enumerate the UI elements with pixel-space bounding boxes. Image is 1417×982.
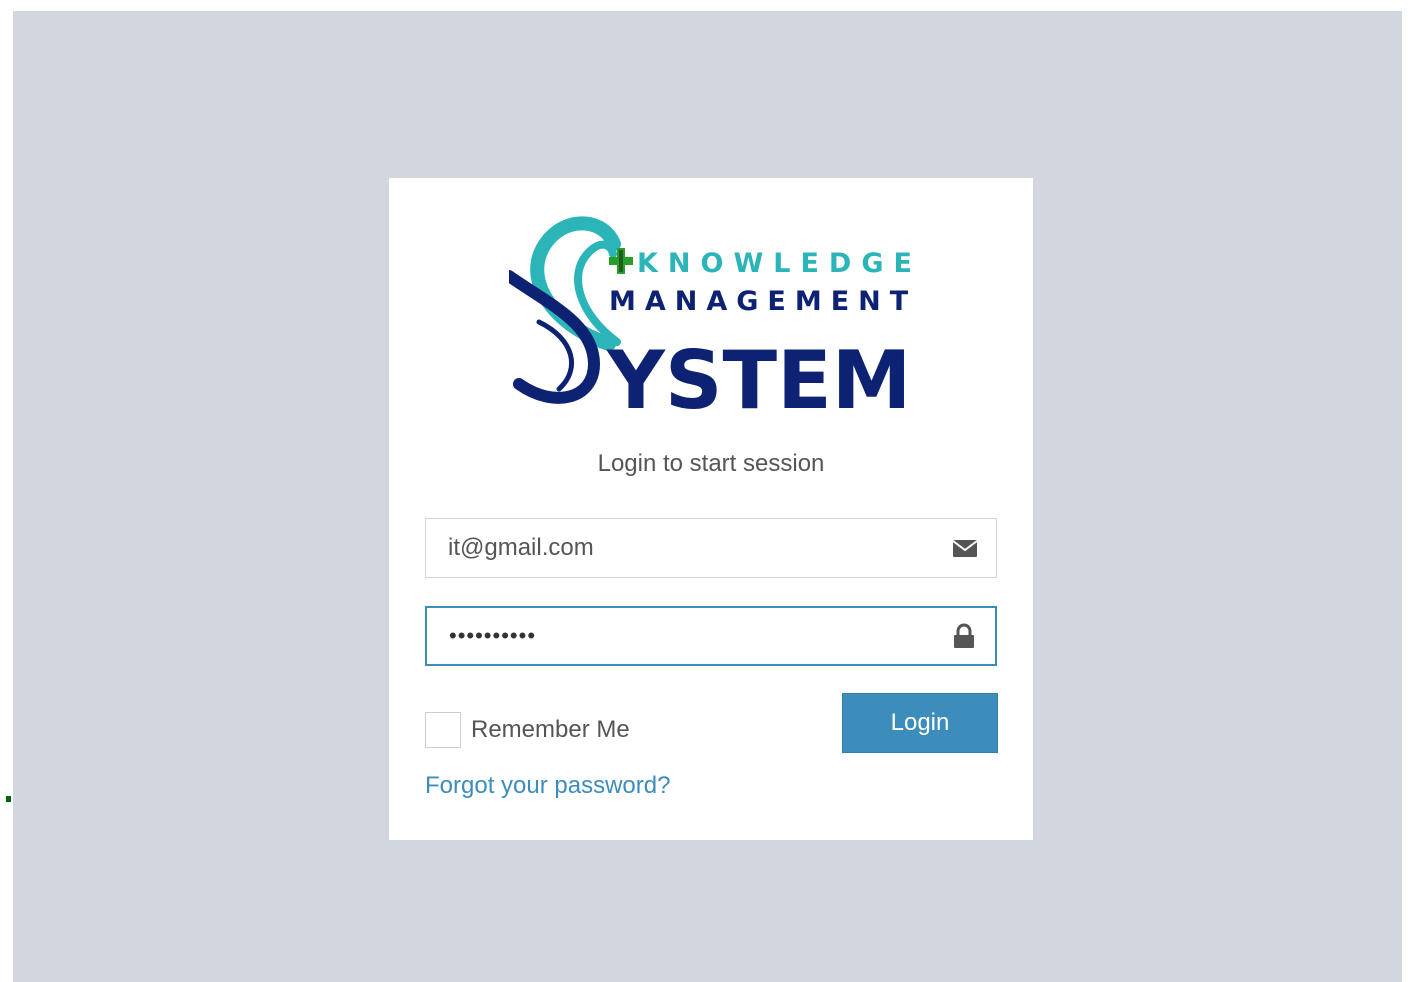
remember-me: Remember Me [425,710,630,750]
password-input[interactable] [427,608,995,664]
stray-marker [6,796,11,802]
envelope-icon [952,540,978,557]
logo-line1: KNOWLEDGE [637,248,919,279]
forgot-password-link[interactable]: Forgot your password? [425,772,670,800]
lock-icon [954,623,974,648]
password-field [425,606,997,666]
email-input[interactable] [426,519,996,577]
logo-line2: MANAGEMENT [609,286,917,317]
logo-line3: YSTEM [606,334,911,414]
remember-me-label: Remember Me [471,716,630,743]
login-box-message: Login to start session [597,450,825,477]
login-button[interactable]: Login [842,693,998,753]
knowledge-management-system-logo: KNOWLEDGE MANAGEMENT YSTEM [509,216,919,414]
email-field [425,518,997,578]
login-box: KNOWLEDGE MANAGEMENT YSTEM Login to star… [389,178,1033,840]
remember-me-checkbox[interactable] [425,712,461,748]
